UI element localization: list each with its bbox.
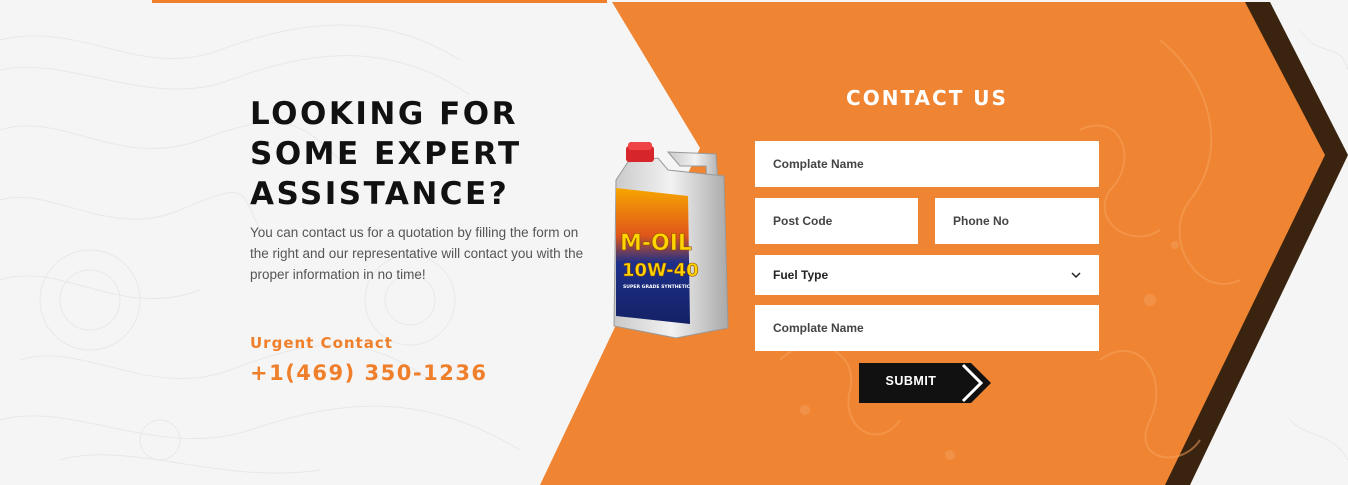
message-input[interactable] <box>755 305 1099 351</box>
oil-bottle-image: M-OIL 10W-40 SUPER GRADE SYNTHETIC <box>613 142 729 339</box>
urgent-contact-phone[interactable]: +1(469) 350-1236 <box>250 361 488 385</box>
bottle-subtitle-text: SUPER GRADE SYNTHETIC <box>623 284 691 290</box>
name-input[interactable] <box>755 141 1099 187</box>
bottle-brand-text: M-OIL <box>620 231 692 256</box>
contact-form-title: CONTACT US <box>846 86 1008 110</box>
fuel-type-selected-value: Fuel Type <box>773 268 829 282</box>
urgent-contact-label: Urgent Contact <box>250 334 393 352</box>
hero-description: You can contact us for a quotation by fi… <box>250 225 584 282</box>
phone-input[interactable] <box>935 198 1099 244</box>
chevron-down-icon <box>1071 272 1081 279</box>
post-code-input[interactable] <box>755 198 918 244</box>
bottle-grade-text: 10W-40 <box>622 260 699 281</box>
submit-button-label: SUBMIT <box>885 374 937 388</box>
fuel-type-select[interactable]: Fuel Type <box>755 255 1099 295</box>
page-heading: LOOKING FOR SOME EXPERT ASSISTANCE? <box>250 96 522 212</box>
submit-button[interactable]: SUBMIT <box>859 363 994 403</box>
